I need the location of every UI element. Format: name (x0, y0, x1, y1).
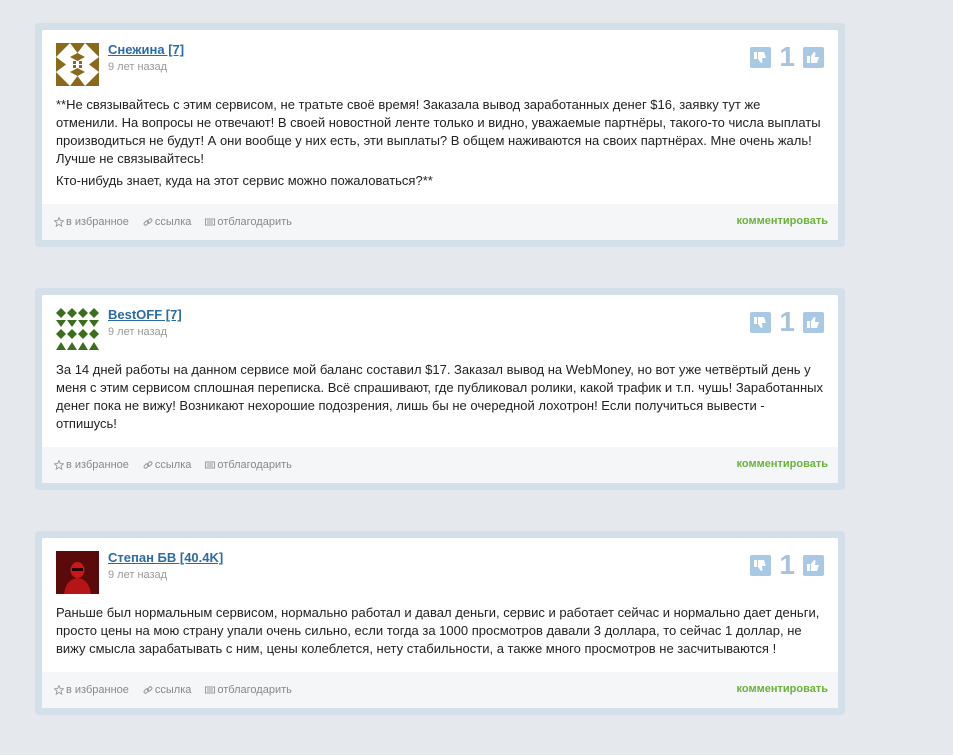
link-label: ссылка (154, 216, 192, 228)
thank-label: отблагодарить (217, 216, 292, 228)
comment-header: BestOFF [7] 9 лет назад 1 (42, 295, 838, 353)
thank-label: отблагодарить (217, 459, 292, 471)
vote-controls: 1 (750, 550, 824, 580)
thumbs-up-icon (807, 559, 819, 571)
comment-header: Степан БВ [40.4K] 9 лет назад 1 (42, 538, 838, 596)
comment-card: Снежина [7] 9 лет назад 1 **Не связывайт… (35, 23, 845, 247)
vote-controls: 1 (750, 307, 824, 337)
thumbs-up-button[interactable] (803, 311, 824, 333)
favorite-label: в избранное (66, 684, 129, 696)
thumbs-up-icon (807, 316, 819, 328)
comment-header: Снежина [7] 9 лет назад 1 (42, 30, 838, 88)
vote-score: 1 (779, 306, 795, 337)
thumbs-down-icon (754, 559, 767, 571)
comment-body: **Не связывайтесь с этим сервисом, не тр… (42, 88, 838, 190)
link-label: ссылка (154, 684, 192, 696)
thumbs-down-icon (754, 51, 767, 63)
star-icon (54, 217, 64, 227)
avatar[interactable] (56, 551, 99, 594)
comment-paragraph: За 14 дней работы на данном сервисе мой … (56, 362, 823, 431)
comment-inner: Снежина [7] 9 лет назад 1 **Не связывайт… (42, 30, 838, 240)
vote-score: 1 (779, 41, 795, 72)
link-icon (143, 218, 153, 226)
thank-label: отблагодарить (217, 684, 292, 696)
comment-footer: в избранное ссылка отблагодарить коммент… (42, 447, 838, 483)
comment-paragraph: Кто-нибудь знает, куда на этот сервис мо… (56, 173, 433, 188)
avatar[interactable] (56, 308, 99, 351)
comment-paragraph: Раньше был нормальным сервисом, нормальн… (56, 605, 820, 656)
thumbs-up-button[interactable] (803, 554, 824, 576)
comment-inner: BestOFF [7] 9 лет назад 1 За 14 дней раб… (42, 295, 838, 483)
money-icon (205, 686, 216, 694)
reply-link[interactable]: комментировать (737, 215, 828, 227)
comment-date: 9 лет назад (108, 61, 168, 73)
comment-inner: Степан БВ [40.4K] 9 лет назад 1 Раньше б… (42, 538, 838, 708)
money-icon (205, 218, 216, 226)
thank-button[interactable]: отблагодарить (205, 684, 292, 696)
comment-footer: в избранное ссылка отблагодарить коммент… (42, 672, 838, 708)
comment-body: Раньше был нормальным сервисом, нормальн… (42, 596, 838, 658)
comment-paragraph: **Не связывайтесь с этим сервисом, не тр… (56, 97, 821, 166)
author-link[interactable]: Степан БВ [40.4K] (108, 550, 223, 565)
comment-card: BestOFF [7] 9 лет назад 1 За 14 дней раб… (35, 288, 845, 490)
link-icon (143, 461, 153, 469)
comment-body: За 14 дней работы на данном сервисе мой … (42, 353, 838, 433)
money-icon (205, 461, 216, 469)
vote-controls: 1 (750, 42, 824, 72)
thank-button[interactable]: отблагодарить (205, 459, 292, 471)
link-label: ссылка (154, 459, 192, 471)
link-icon (143, 686, 153, 694)
favorite-button[interactable]: в избранное (54, 684, 129, 696)
link-button[interactable]: ссылка (143, 684, 192, 696)
favorite-label: в избранное (66, 459, 129, 471)
comment-date: 9 лет назад (108, 569, 168, 581)
avatar[interactable] (56, 43, 99, 86)
link-button[interactable]: ссылка (143, 459, 192, 471)
star-icon (54, 685, 64, 695)
thumbs-up-button[interactable] (803, 46, 824, 68)
thumbs-down-button[interactable] (750, 311, 772, 333)
favorite-button[interactable]: в избранное (54, 216, 129, 228)
reply-link[interactable]: комментировать (737, 683, 828, 695)
comment-card: Степан БВ [40.4K] 9 лет назад 1 Раньше б… (35, 531, 845, 715)
favorite-button[interactable]: в избранное (54, 459, 129, 471)
thumbs-down-button[interactable] (750, 46, 772, 68)
vote-score: 1 (779, 549, 795, 580)
link-button[interactable]: ссылка (143, 216, 192, 228)
author-link[interactable]: Снежина [7] (108, 42, 184, 57)
thumbs-down-icon (754, 316, 767, 328)
thumbs-up-icon (807, 51, 819, 63)
thumbs-down-button[interactable] (750, 554, 772, 576)
author-link[interactable]: BestOFF [7] (108, 307, 182, 322)
star-icon (54, 460, 64, 470)
favorite-label: в избранное (66, 216, 129, 228)
comment-footer: в избранное ссылка отблагодарить коммент… (42, 204, 838, 240)
reply-link[interactable]: комментировать (737, 458, 828, 470)
thank-button[interactable]: отблагодарить (205, 216, 292, 228)
comment-date: 9 лет назад (108, 326, 168, 338)
